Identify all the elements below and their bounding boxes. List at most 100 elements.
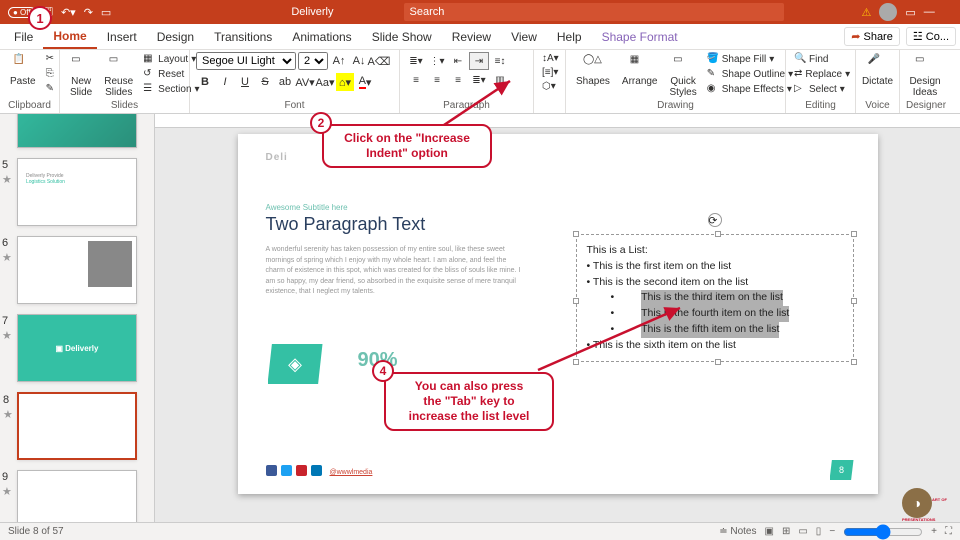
shape-fill-button[interactable]: 🪣Shape Fill▾: [705, 52, 795, 66]
tab-review[interactable]: Review: [442, 26, 501, 48]
bold-button[interactable]: B: [196, 73, 214, 91]
list-item[interactable]: This is the second item on the list: [587, 275, 843, 291]
annotation-callout-4: 4You can also press the "Tab" key to inc…: [384, 372, 554, 431]
clipboard-icon: 📋: [13, 54, 33, 74]
highlight-button[interactable]: ⌂▾: [336, 73, 354, 91]
list-item[interactable]: This is the third item on the list: [611, 290, 843, 306]
fit-button[interactable]: ⛶: [945, 526, 952, 537]
search-input[interactable]: [404, 3, 784, 21]
undo-icon[interactable]: ↶▾: [61, 6, 76, 19]
shape-effects-button[interactable]: ◉Shape Effects▾: [705, 82, 795, 96]
ribbon-options-icon[interactable]: ▭: [905, 6, 915, 19]
thumbnail-slide[interactable]: 5★Deliverly ProvideLogistics Solution: [17, 158, 137, 226]
find-button[interactable]: 🔍Find: [792, 52, 849, 66]
design-ideas-button[interactable]: ▭Design Ideas: [906, 52, 944, 100]
share-button[interactable]: ➦ Share: [844, 27, 900, 46]
font-size-select[interactable]: 20: [298, 52, 328, 70]
thumbnail-slide[interactable]: [17, 114, 137, 148]
new-slide-button[interactable]: ▭New Slide: [66, 52, 96, 100]
account-avatar[interactable]: [879, 3, 897, 21]
slide-counter[interactable]: Slide 8 of 57: [8, 526, 64, 537]
arrange-button[interactable]: ▦Arrange: [618, 52, 662, 89]
tab-slideshow[interactable]: Slide Show: [362, 26, 442, 48]
justify-button[interactable]: ≣▾: [469, 71, 489, 89]
spacing-button[interactable]: AV▾: [296, 73, 314, 91]
bullets-button[interactable]: ≣▾: [406, 52, 426, 70]
tab-insert[interactable]: Insert: [97, 26, 147, 48]
strike-button[interactable]: S: [256, 73, 274, 91]
redo-icon[interactable]: ↷: [84, 6, 93, 19]
thumbnail-slide[interactable]: 7★▣ Deliverly: [17, 314, 137, 382]
tab-view[interactable]: View: [501, 26, 547, 48]
numbering-button[interactable]: ⋮▾: [427, 52, 447, 70]
italic-button[interactable]: I: [216, 73, 234, 91]
font-color-button[interactable]: A▾: [356, 73, 374, 91]
slide-subtitle: Awesome Subtitle here: [266, 203, 850, 212]
decrease-font-button[interactable]: A↓: [350, 52, 368, 70]
font-family-select[interactable]: Segoe UI Light: [196, 52, 296, 70]
list-item[interactable]: This is the sixth item on the list: [587, 338, 843, 354]
smartart-button[interactable]: ⬡▾: [540, 80, 559, 93]
replace-button[interactable]: ⇄Replace▾: [792, 67, 849, 81]
minimize-icon[interactable]: —: [924, 6, 935, 18]
tab-help[interactable]: Help: [547, 26, 592, 48]
copy-icon: ⎘: [46, 68, 58, 80]
cut-button[interactable]: ✂: [44, 52, 60, 66]
zoom-slider[interactable]: [843, 524, 923, 540]
tab-design[interactable]: Design: [147, 26, 204, 48]
reset-icon: ↺: [143, 68, 155, 80]
shadow-button[interactable]: ab: [276, 73, 294, 91]
slide-canvas: Deli Awesome Subtitle here Two Paragraph…: [155, 114, 960, 522]
tab-shape-format[interactable]: Shape Format: [592, 26, 688, 48]
select-button[interactable]: ▷Select▾: [792, 82, 849, 96]
align-text-button[interactable]: [≡]▾: [540, 66, 559, 79]
normal-view-button[interactable]: ▣: [765, 526, 774, 537]
align-left-button[interactable]: ≡: [406, 71, 426, 89]
line-spacing-button[interactable]: ≡↕: [490, 52, 510, 70]
slideshow-quick-icon[interactable]: ▭: [101, 6, 111, 19]
shape-outline-button[interactable]: ✎Shape Outline▾: [705, 67, 795, 81]
dictate-button[interactable]: 🎤Dictate: [862, 52, 893, 89]
rotate-handle[interactable]: ⟳: [708, 213, 722, 227]
slideshow-view-button[interactable]: ▯: [816, 526, 822, 537]
thumbnail-slide[interactable]: 6★: [17, 236, 137, 304]
list-item[interactable]: This is the fifth item on the list: [611, 322, 843, 338]
group-label: Clipboard: [6, 100, 53, 111]
zoom-in-button[interactable]: +: [931, 526, 937, 537]
list-text-box[interactable]: ⟳ This is a List: This is the first item…: [576, 234, 854, 362]
copy-button[interactable]: ⎘: [44, 67, 60, 81]
section-icon: ☰: [143, 83, 155, 95]
paste-button[interactable]: 📋 Paste: [6, 52, 40, 89]
align-center-button[interactable]: ≡: [427, 71, 447, 89]
slide[interactable]: Deli Awesome Subtitle here Two Paragraph…: [238, 134, 878, 494]
quick-styles-button[interactable]: ▭Quick Styles: [666, 52, 701, 100]
tab-animations[interactable]: Animations: [282, 26, 361, 48]
warning-icon[interactable]: ⚠: [862, 6, 872, 19]
title-bar: ● Off 🖫 ↶▾ ↷ ▭ Deliverly ⚠ ▭ — ✕: [0, 0, 960, 24]
zoom-out-button[interactable]: −: [829, 526, 835, 537]
reading-view-button[interactable]: ▭: [798, 526, 807, 537]
case-button[interactable]: Aa▾: [316, 73, 334, 91]
thumbnail-slide-current[interactable]: 8★: [17, 392, 137, 460]
clear-formatting-button[interactable]: A⌫: [370, 52, 388, 70]
shapes-button[interactable]: ◯△Shapes: [572, 52, 614, 89]
increase-font-button[interactable]: A↑: [330, 52, 348, 70]
reuse-slides-button[interactable]: ▭Reuse Slides: [100, 52, 137, 100]
comments-button[interactable]: ☳ Co...: [906, 27, 956, 46]
columns-button[interactable]: ▥: [490, 71, 510, 89]
text-direction-button[interactable]: ↕A▾: [540, 52, 559, 65]
increase-indent-button[interactable]: ⇥: [469, 52, 489, 70]
tab-home[interactable]: Home: [43, 25, 96, 49]
list-item[interactable]: This is the first item on the list: [587, 259, 843, 275]
decrease-indent-button[interactable]: ⇤: [448, 52, 468, 70]
tab-transitions[interactable]: Transitions: [204, 26, 282, 48]
notes-button[interactable]: ≐ Notes: [719, 526, 756, 537]
underline-button[interactable]: U: [236, 73, 254, 91]
list-item[interactable]: This is the fourth item on the list: [611, 306, 843, 322]
format-painter-button[interactable]: ✎: [44, 82, 60, 96]
effects-icon: ◉: [707, 83, 719, 95]
align-right-button[interactable]: ≡: [448, 71, 468, 89]
sorter-view-button[interactable]: ⊞: [782, 526, 790, 537]
slide-page-number: 8: [830, 460, 854, 480]
thumbnail-slide[interactable]: 9★: [17, 470, 137, 522]
